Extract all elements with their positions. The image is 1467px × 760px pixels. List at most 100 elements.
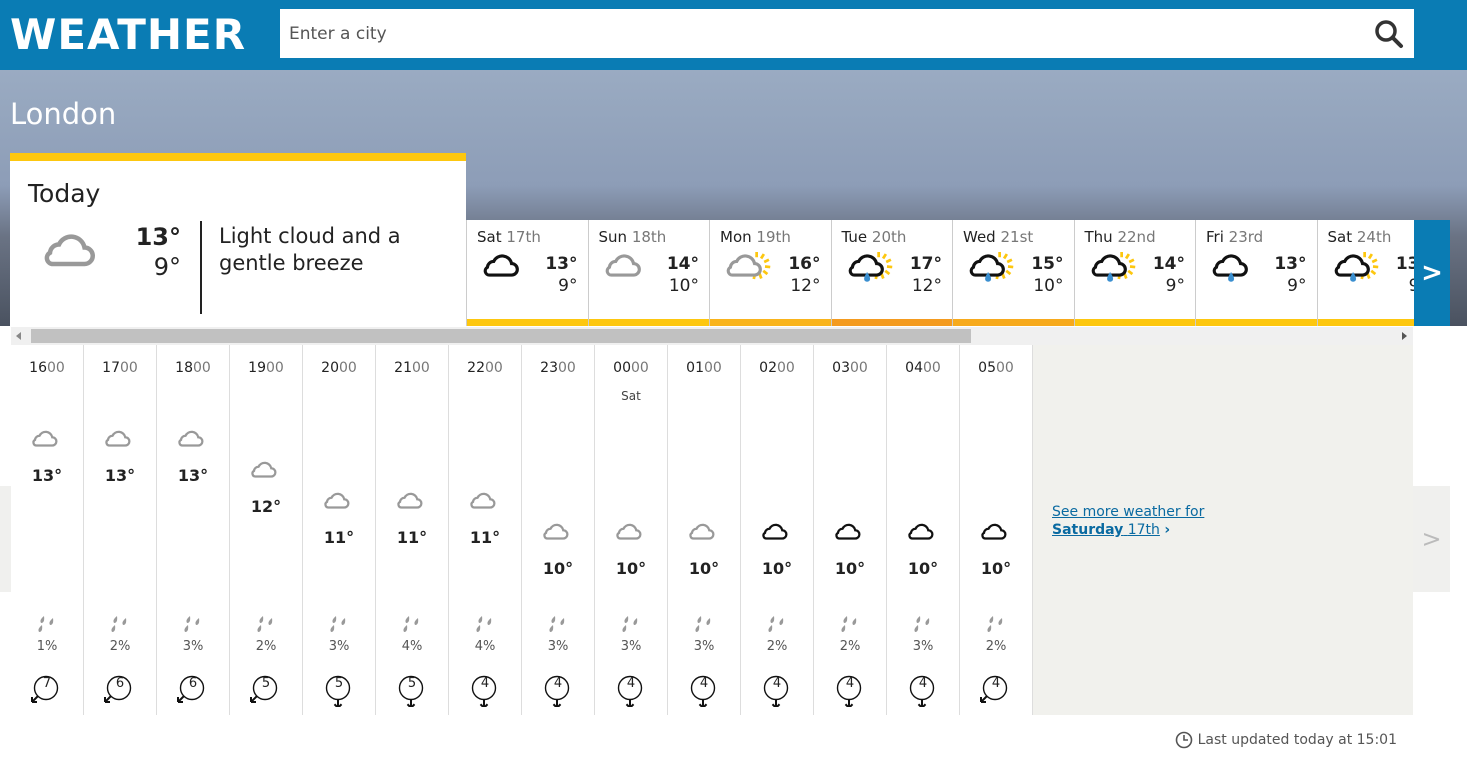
hour-column[interactable]: 0100 10° 3% 4 — [668, 345, 741, 715]
light-cloud-icon — [248, 460, 284, 488]
rain-icon — [1208, 252, 1258, 290]
hourly-forecast: See more weather for Saturday 17th › 160… — [11, 345, 1413, 715]
day-tile[interactable]: Sat 24th 13° 9° — [1316, 220, 1414, 326]
weekday: Thu — [1084, 228, 1113, 246]
wind-speed: 4 — [544, 675, 571, 707]
wind-speed: 4 — [763, 675, 790, 707]
hour-temp: 10° — [761, 559, 793, 578]
today-card[interactable]: Today 13° 9° Light cloud and a gentle br… — [10, 153, 466, 326]
rain-sun-icon — [965, 252, 1015, 290]
rain-chance: 3% — [328, 639, 350, 654]
day-tile[interactable]: Mon 19th 16° 12° — [709, 220, 831, 326]
minutes: 00 — [193, 360, 211, 376]
day-tile[interactable]: Tue 20th 17° 12° — [830, 220, 952, 326]
hour-column[interactable]: 1800 13° 3% 6 — [157, 345, 230, 715]
hour-column[interactable]: 0400 10° 3% 4 — [887, 345, 960, 715]
rain-sun-icon — [1330, 252, 1380, 290]
day-tile[interactable]: Sat 17th 13° 9° — [466, 220, 588, 326]
day-tile[interactable]: Sun 18th 14° 10° — [587, 220, 709, 326]
hour-temp: 10° — [542, 559, 574, 578]
day-low: 12° — [790, 276, 821, 296]
wind-speed-value: 5 — [261, 676, 271, 691]
minutes: 00 — [412, 360, 430, 376]
light-cloud-icon — [394, 491, 430, 519]
scrollbar-thumb[interactable] — [31, 329, 971, 343]
date: 22nd — [1117, 228, 1156, 246]
day-high: 13° — [1395, 254, 1414, 274]
today-high: 13° — [135, 223, 181, 251]
search-icon[interactable] — [1374, 19, 1404, 49]
hour-column[interactable]: 2100 11° 4% 5 — [376, 345, 449, 715]
temperature-bar — [1317, 319, 1414, 326]
scroll-left-arrow[interactable] — [16, 332, 21, 340]
hour: 18 — [175, 360, 193, 376]
hour: 02 — [759, 360, 777, 376]
rain-chance: 2% — [766, 639, 788, 654]
light-cloud-icon — [29, 429, 65, 457]
hour: 16 — [29, 360, 47, 376]
hour-column[interactable]: 0000 Sat 10° 3% 4 — [595, 345, 668, 715]
minutes: 00 — [996, 360, 1014, 376]
raindrops-icon — [914, 616, 930, 632]
hour-time: 1900 — [230, 360, 302, 376]
hour-column[interactable]: 2300 10° 3% 4 — [522, 345, 595, 715]
hour: 17 — [102, 360, 120, 376]
day-tile[interactable]: Fri 23rd 13° 9° — [1195, 220, 1317, 326]
day-high: 14° — [1152, 254, 1185, 274]
raindrops-icon — [111, 616, 127, 632]
light-cloud-icon — [38, 231, 110, 283]
hour-column[interactable]: 0300 10° 2% 4 — [814, 345, 887, 715]
location-title: London — [10, 97, 117, 131]
hour-column[interactable]: 1600 13° 1% 7 — [11, 345, 84, 715]
day-tile[interactable]: Wed 21st 15° 10° — [952, 220, 1074, 326]
scroll-right-arrow[interactable] — [1402, 332, 1407, 340]
horizontal-scrollbar[interactable] — [11, 327, 1413, 345]
hour-column[interactable]: 2000 11° 3% 5 — [303, 345, 376, 715]
hour-temp: 13° — [104, 466, 136, 485]
hour-temp: 13° — [177, 466, 209, 485]
weather-logo[interactable]: WEATHER — [10, 10, 246, 59]
raindrops-icon — [841, 616, 857, 632]
rain-chance: 2% — [839, 639, 861, 654]
city-search-input[interactable] — [280, 9, 1360, 58]
header: WEATHER — [0, 0, 1467, 70]
rain-sun-icon — [1087, 252, 1137, 290]
day-low: 12° — [911, 276, 942, 296]
rain-chance: 2% — [255, 639, 277, 654]
hourly-next-button[interactable]: > — [1413, 486, 1450, 592]
hour: 19 — [248, 360, 266, 376]
temperature-bar — [588, 319, 709, 326]
thick-cloud-icon — [905, 522, 941, 550]
clock-icon — [1175, 731, 1192, 749]
temperature-bar — [467, 319, 588, 326]
hour-column[interactable]: 0200 10° 2% 4 — [741, 345, 814, 715]
hour: 00 — [613, 360, 631, 376]
hour-column[interactable]: 1900 12° 2% 5 — [230, 345, 303, 715]
last-updated-text: Last updated today at 15:01 — [1197, 732, 1397, 748]
day-high: 17° — [909, 254, 942, 274]
day-high: 15° — [1031, 254, 1064, 274]
hour-time: 0300 — [814, 360, 886, 376]
rain-chance: 2% — [985, 639, 1007, 654]
weekday: Fri — [1206, 228, 1224, 246]
hour-column[interactable]: 0500 10° 2% 4 — [960, 345, 1033, 715]
minutes: 00 — [485, 360, 503, 376]
hour-column[interactable]: 2200 11° 4% 4 — [449, 345, 522, 715]
weekday: Mon — [720, 228, 752, 246]
day-tile[interactable]: Thu 22nd 14° 9° — [1073, 220, 1195, 326]
rain-chance: 3% — [182, 639, 204, 654]
hour-column[interactable]: 1700 13° 2% 6 — [84, 345, 157, 715]
wind-speed-value: 4 — [626, 676, 636, 691]
hour-temp: 12° — [250, 497, 282, 516]
next-days-button[interactable]: > — [1414, 220, 1450, 326]
see-more-link[interactable]: See more weather for Saturday 17th › — [1052, 503, 1204, 539]
see-more-day-link[interactable]: Saturday 17th — [1052, 522, 1160, 538]
day-name: Sat 17th — [477, 228, 541, 246]
hour-temp: 11° — [323, 528, 355, 547]
date: 18th — [631, 228, 667, 246]
weekday: Sat — [1327, 228, 1353, 246]
hour-time: 2100 — [376, 360, 448, 376]
day-high: 13° — [1274, 254, 1307, 274]
minutes: 00 — [120, 360, 138, 376]
see-more-text[interactable]: See more weather for — [1052, 504, 1204, 520]
